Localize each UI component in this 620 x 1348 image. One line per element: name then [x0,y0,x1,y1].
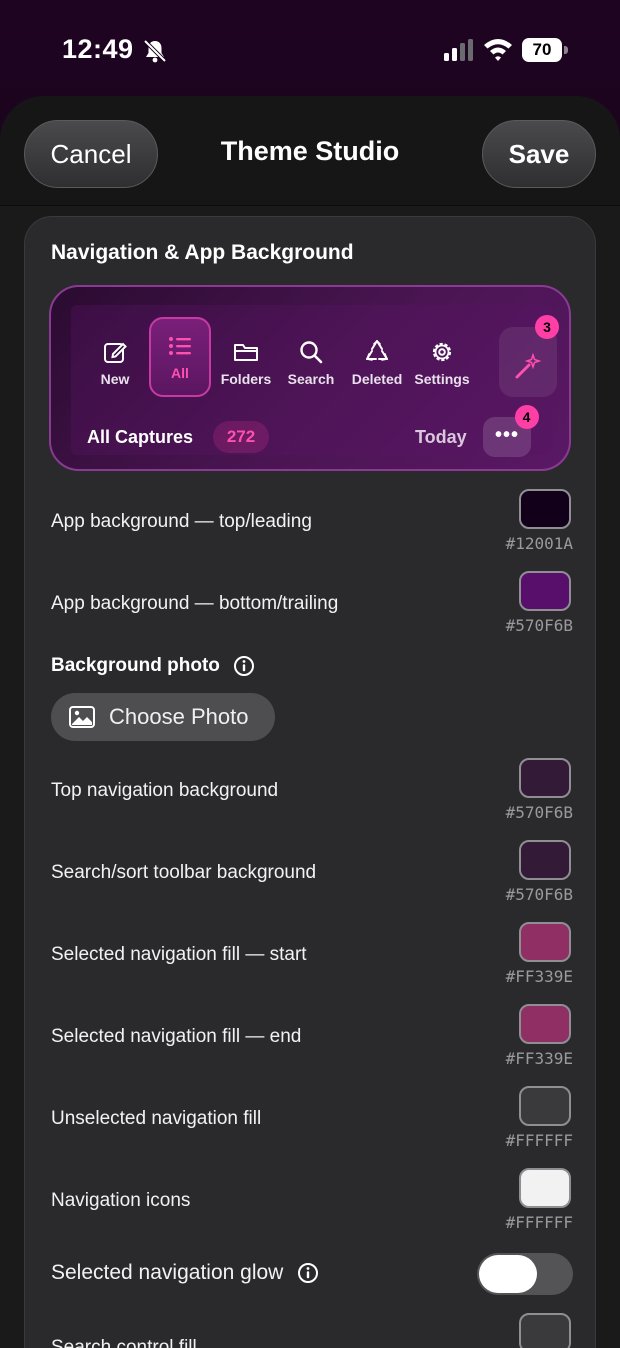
status-bar: 12:49 70 [0,0,620,96]
preview-nav-new: New [85,327,145,397]
compose-icon [104,342,127,363]
folder-icon [234,344,258,361]
battery-level: 70 [522,38,562,62]
setting-label: Top navigation background [51,780,279,801]
section-title: Navigation & App Background [51,241,354,264]
glow-label-text: Selected navigation glow [51,1261,284,1284]
recycle-icon [365,339,389,361]
setting-label: Selected navigation fill — end [51,1026,302,1047]
setting-top-nav-bg[interactable]: Top navigation background #570F6B [25,758,595,832]
setting-search-fill[interactable]: Search control fill [25,1313,595,1348]
setting-selected-fill-end[interactable]: Selected navigation fill — end #FF339E [25,1004,595,1078]
preview-nav-label: Settings [414,371,470,387]
color-swatch[interactable] [519,1004,571,1044]
setting-label: App background — bottom/trailing [51,593,339,614]
hex-value: #FFFFFF [505,1131,573,1150]
preview-nav-settings: Settings [411,327,473,397]
page-title: Theme Studio [220,136,400,166]
battery-icon: 70 [522,38,568,62]
hex-value: #570F6B [505,885,573,904]
wifi-icon [484,39,512,61]
theme-studio-sheet: Cancel Theme Studio Save Navigation & Ap… [0,96,620,1348]
search-icon [300,341,323,364]
hex-value: #FF339E [505,967,573,986]
preview-nav-deleted: Deleted [347,327,407,397]
preview-nav-bar: New All Folders Search Deleted Settings … [71,305,559,457]
cellular-signal-icon [444,39,473,61]
more-badge: 4 [515,405,539,429]
status-time: 12:49 [62,34,134,64]
setting-label: Unselected navigation fill [51,1108,262,1129]
preview-nav-search: Search [281,327,341,397]
setting-toolbar-bg[interactable]: Search/sort toolbar background #570F6B [25,840,595,914]
save-button[interactable]: Save [482,120,596,188]
info-icon[interactable] [297,1262,319,1284]
setting-label: Selected navigation fill — start [51,944,307,965]
hex-value: #570F6B [505,616,573,635]
background-photo-title: Background photo [51,655,255,677]
photo-icon [69,706,95,728]
preview-nav-label: All [171,365,189,381]
color-swatch[interactable] [519,571,571,611]
magic-badge: 3 [535,315,559,339]
list-icon [169,337,191,355]
preview-nav-label: Folders [220,371,272,387]
captures-count: 272 [213,421,269,453]
hex-value: #570F6B [505,803,573,822]
setting-unselected-fill[interactable]: Unselected navigation fill #FFFFFF [25,1086,595,1160]
setting-app-bg-top[interactable]: App background — top/leading #12001A [25,489,595,563]
choose-photo-button[interactable]: Choose Photo [51,693,275,741]
magic-wand-icon [515,352,542,379]
ellipsis-icon: ••• [494,424,519,446]
navigation-preview: New All Folders Search Deleted Settings … [49,285,571,471]
sheet-header: Cancel Theme Studio Save [0,96,620,206]
setting-label: Navigation icons [51,1190,191,1211]
gear-icon [432,342,452,362]
preview-nav-label: New [100,371,130,387]
preview-nav-all: All [149,317,211,397]
more-button: ••• 4 [483,405,539,457]
color-swatch[interactable] [519,1313,571,1348]
preview-nav-label: Deleted [351,371,403,387]
setting-label: Search control fill [51,1337,197,1348]
magic-wand-button: 3 [499,315,559,397]
color-swatch[interactable] [519,922,571,962]
color-swatch[interactable] [519,1168,571,1208]
settings-card: Navigation & App Background New All Fold… [24,216,596,1348]
setting-label: Search/sort toolbar background [51,862,317,883]
color-swatch[interactable] [519,489,571,529]
captures-label: All Captures [87,427,194,447]
hex-value: #FF339E [505,1049,573,1068]
info-icon[interactable] [233,655,255,677]
setting-selected-fill-start[interactable]: Selected navigation fill — start #FF339E [25,922,595,996]
glow-toggle[interactable] [477,1253,573,1295]
bell-slash-icon [143,39,167,63]
color-swatch[interactable] [519,840,571,880]
today-label: Today [415,427,467,447]
choose-photo-label: Choose Photo [109,704,249,729]
hex-value: #FFFFFF [505,1213,573,1232]
setting-selected-glow: Selected navigation glow [25,1253,595,1303]
cancel-button[interactable]: Cancel [24,120,158,188]
setting-navigation-icons[interactable]: Navigation icons #FFFFFF [25,1168,595,1242]
color-swatch[interactable] [519,758,571,798]
preview-nav-folders: Folders [215,327,277,397]
color-swatch[interactable] [519,1086,571,1126]
toggle-knob [479,1255,537,1293]
glow-label: Selected navigation glow [51,1261,319,1285]
setting-label: App background — top/leading [51,511,312,532]
background-photo-label: Background photo [51,655,220,677]
preview-nav-label: Search [287,371,335,387]
setting-app-bg-bottom[interactable]: App background — bottom/trailing #570F6B [25,571,595,645]
hex-value: #12001A [505,534,573,553]
